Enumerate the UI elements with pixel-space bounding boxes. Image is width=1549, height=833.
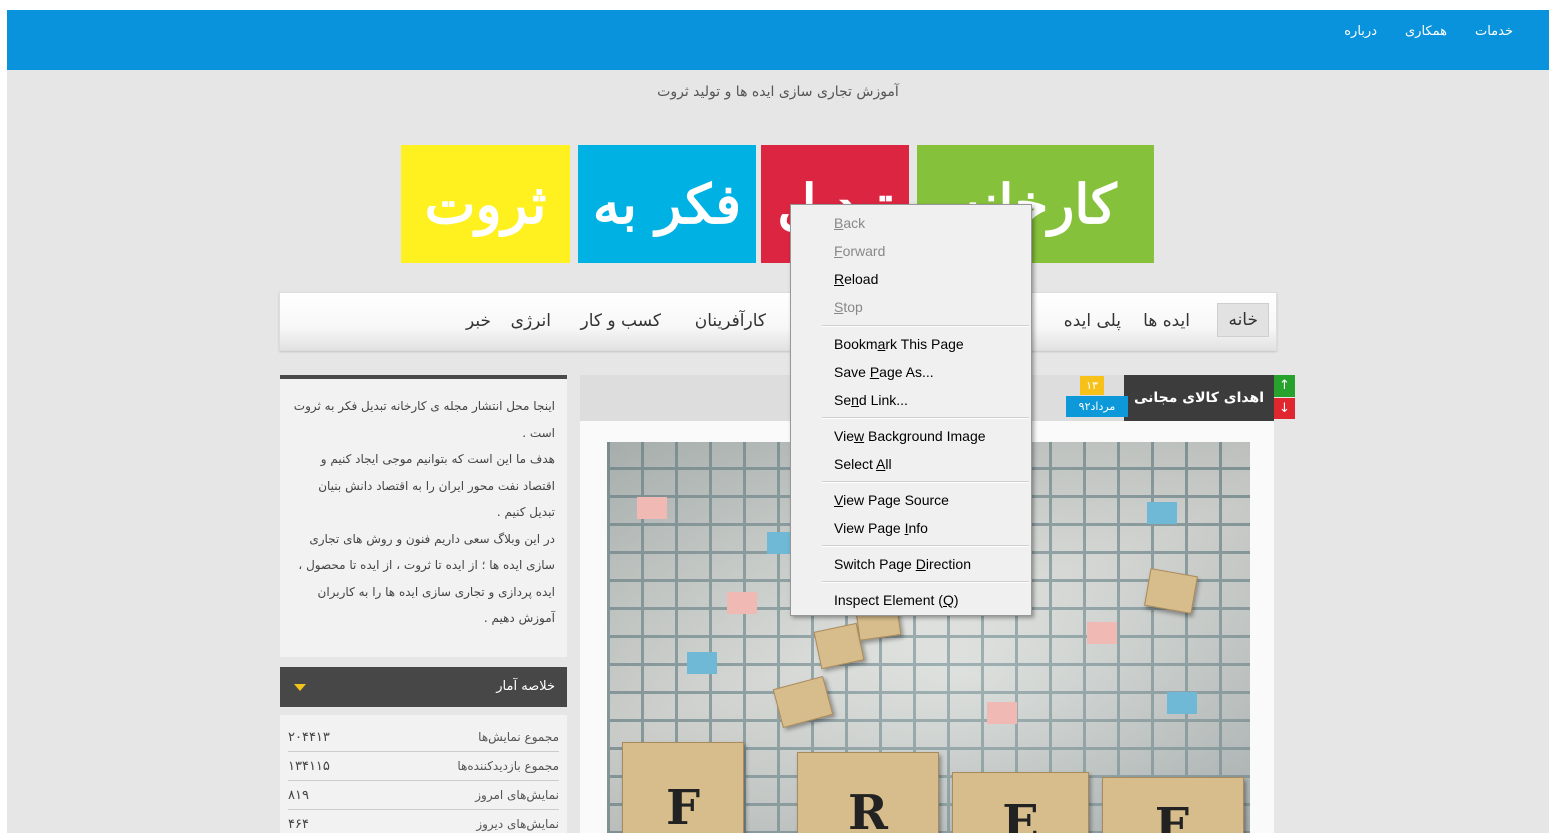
menu-item-reload[interactable]: Reload bbox=[791, 265, 1031, 293]
menu-item-switch-page-direction[interactable]: Switch Page Direction bbox=[791, 550, 1031, 578]
menu-separator bbox=[822, 325, 1029, 327]
nav-item-business[interactable]: کسب و کار bbox=[581, 311, 661, 331]
menu-item-view-background-image[interactable]: View Background Image bbox=[791, 422, 1031, 450]
stat-row: ۸۱۹ نمایش‌های امروز bbox=[288, 781, 559, 810]
about-paragraph-3: در این وبلاگ سعی داریم فنون و روش های تج… bbox=[298, 531, 555, 626]
caret-down-icon bbox=[294, 684, 306, 691]
stats-header[interactable]: خلاصه آمار bbox=[280, 667, 567, 707]
menu-separator bbox=[822, 545, 1029, 547]
top-link-about[interactable]: درباره bbox=[1344, 24, 1377, 39]
about-paragraph-2: هدف ما این است که بتوانیم موجی ایجاد کنی… bbox=[318, 452, 555, 519]
photo-tile: E bbox=[952, 772, 1089, 833]
photo-tile: F bbox=[622, 742, 744, 833]
arrow-up-icon[interactable]: ↑ bbox=[1274, 375, 1295, 397]
main-nav: خانه ایده ها پلی ایده کارآفرینان کسب و ک… bbox=[279, 292, 1277, 351]
nav-item-news[interactable]: خبر bbox=[466, 311, 491, 331]
stat-label: نمایش‌های امروز bbox=[475, 788, 559, 802]
arrow-down-icon[interactable]: ↓ bbox=[1274, 398, 1295, 419]
menu-item-view-page-info[interactable]: View Page Info bbox=[791, 514, 1031, 542]
menu-item-select-all[interactable]: Select All bbox=[791, 450, 1031, 478]
stat-row: ۱۳۴۱۱۵ مجموع بازدیدکننده‌ها bbox=[288, 752, 559, 781]
photo-tile: E bbox=[1102, 777, 1244, 833]
menu-item-save-page-as[interactable]: Save Page As... bbox=[791, 358, 1031, 386]
sidebar: اینجا محل انتشار مجله ی کارخانه تبدیل فک… bbox=[280, 375, 567, 833]
top-link-services[interactable]: خدمات bbox=[1475, 24, 1513, 39]
logo-block-yellow[interactable]: ثروت bbox=[401, 145, 570, 263]
stat-label: نمایش‌های دیروز bbox=[476, 817, 559, 831]
post-month-badge: مرداد۹۲ bbox=[1066, 396, 1128, 417]
post-title[interactable]: اهدای کالای مجانی bbox=[1124, 375, 1274, 421]
menu-item-back[interactable]: Back bbox=[791, 209, 1031, 237]
top-links: درباره همکاری خدمات bbox=[1344, 24, 1513, 39]
menu-separator bbox=[822, 417, 1029, 419]
browser-viewport: درباره همکاری خدمات آموزش تجاری سازی اید… bbox=[7, 10, 1549, 833]
stat-value: ۲۰۴۴۱۳ bbox=[288, 729, 330, 745]
site-tagline: آموزش تجاری سازی ایده ها و تولید ثروت bbox=[657, 84, 899, 100]
about-box: اینجا محل انتشار مجله ی کارخانه تبدیل فک… bbox=[280, 375, 567, 657]
menu-separator bbox=[822, 581, 1029, 583]
menu-item-send-link[interactable]: Send Link... bbox=[791, 386, 1031, 414]
logo-word-blue: فکر به bbox=[592, 172, 742, 236]
nav-item-poly-idea[interactable]: پلی ایده bbox=[1064, 311, 1121, 331]
top-link-cooperation[interactable]: همکاری bbox=[1405, 24, 1447, 39]
stats-title: خلاصه آمار bbox=[496, 679, 555, 694]
stats-list: ۲۰۴۴۱۳ مجموع نمایش‌ها ۱۳۴۱۱۵ مجموع بازدی… bbox=[280, 715, 567, 833]
stat-row: ۲۰۴۴۱۳ مجموع نمایش‌ها bbox=[288, 723, 559, 752]
top-bar: درباره همکاری خدمات bbox=[7, 10, 1549, 70]
stat-value: ۸۱۹ bbox=[288, 787, 309, 803]
menu-item-stop[interactable]: Stop bbox=[791, 293, 1031, 321]
stat-value: ۴۶۴ bbox=[288, 816, 309, 832]
stat-label: مجموع بازدیدکننده‌ها bbox=[457, 759, 559, 773]
stat-label: مجموع نمایش‌ها bbox=[478, 730, 559, 744]
stat-value: ۱۳۴۱۱۵ bbox=[288, 758, 330, 774]
post-day-badge: ۱۳ bbox=[1080, 376, 1104, 395]
nav-item-energy[interactable]: انرژی bbox=[511, 311, 551, 331]
nav-item-ideas[interactable]: ایده ها bbox=[1143, 311, 1190, 331]
menu-item-bookmark-page[interactable]: Bookmark This Page bbox=[791, 330, 1031, 358]
nav-item-home[interactable]: خانه bbox=[1217, 303, 1269, 337]
logo-block-blue[interactable]: فکر به bbox=[578, 145, 756, 263]
context-menu: Back Forward Reload Stop Bookmark This P… bbox=[790, 204, 1032, 616]
photo-tile: R bbox=[797, 752, 939, 833]
menu-separator bbox=[822, 481, 1029, 483]
menu-item-view-page-source[interactable]: View Page Source bbox=[791, 486, 1031, 514]
menu-item-forward[interactable]: Forward bbox=[791, 237, 1031, 265]
nav-item-entrepreneurs[interactable]: کارآفرینان bbox=[695, 311, 766, 331]
about-paragraph-1: اینجا محل انتشار مجله ی کارخانه تبدیل فک… bbox=[293, 399, 555, 440]
logo-word-yellow: ثروت bbox=[424, 172, 547, 236]
stat-row: ۴۶۴ نمایش‌های دیروز bbox=[288, 810, 559, 833]
menu-item-inspect-element[interactable]: Inspect Element (Q) bbox=[791, 586, 1031, 614]
